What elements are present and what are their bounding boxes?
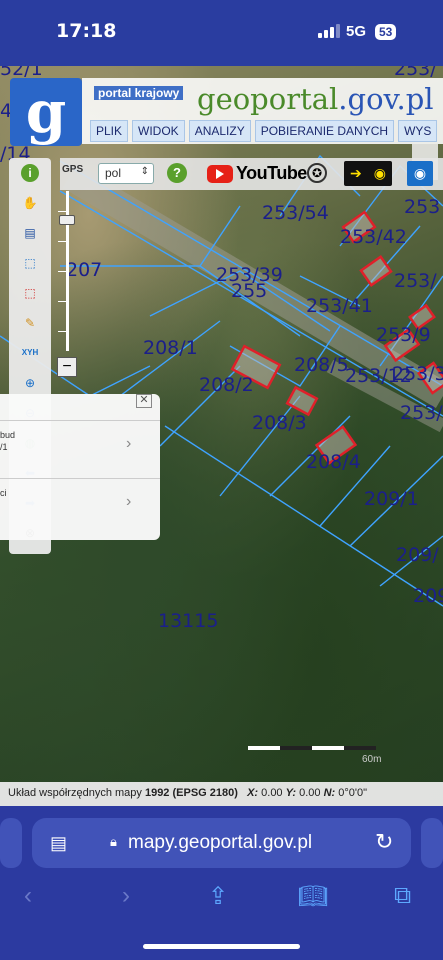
parcel-label: 209/1 [364, 488, 419, 510]
share-icon[interactable]: ⇪ [208, 882, 228, 911]
parcel-label: 208/4 [306, 451, 361, 473]
parcel-label: 253/42 [340, 226, 407, 248]
menu-wyszukiwanie[interactable]: WYS [398, 120, 438, 142]
accessibility-eye-button[interactable]: ➔ ◉ [344, 161, 392, 186]
menu-plik[interactable]: PLIK [90, 120, 129, 142]
cellular-signal-icon [318, 24, 340, 38]
parcel-label: 208/1 [143, 337, 198, 359]
coord-system-prefix: Układ współrzędnych mapy [8, 787, 142, 799]
url-text: mapy.geoportal.gov.pl [128, 832, 313, 853]
address-bar[interactable]: ▤ 🔒︎ mapy.geoportal.gov.pl ↻ [32, 818, 411, 868]
parcel-label: 253/9 [376, 324, 431, 346]
geoportal-logo[interactable]: g [10, 78, 82, 146]
parcel-label: 208/5 [294, 354, 349, 376]
back-icon[interactable]: ‹ [24, 882, 32, 910]
y-label: Y: [285, 787, 297, 799]
tabs-icon[interactable]: ⧉ [394, 882, 411, 910]
zoom-slider[interactable]: − [56, 191, 78, 381]
parcel-label: 253/ [394, 270, 437, 292]
help-icon[interactable]: ? [167, 163, 187, 183]
scale-label: 60m [362, 754, 382, 765]
scale-bar [248, 746, 376, 752]
zoom-in-icon[interactable]: ⊕ [21, 374, 39, 392]
menu-analizy[interactable]: ANALIZY [188, 120, 251, 142]
chevron-right-icon: › [126, 493, 132, 510]
deselect-area-icon[interactable]: ⬚ [21, 284, 39, 302]
browser-toolbar: ▤ 🔒︎ mapy.geoportal.gov.pl ↻ ‹ › ⇪ 📖︎ ⧉ [0, 806, 443, 960]
reload-icon[interactable]: ↻ [375, 829, 393, 855]
parcel-label: 253/54 [262, 202, 329, 224]
parcel-label: 253/1 [400, 402, 443, 424]
previous-tab[interactable] [0, 818, 22, 868]
lock-icon: 🔒︎ [110, 834, 117, 849]
xyh-coordinates-icon[interactable]: XYH [21, 344, 39, 362]
menu-widok[interactable]: WIDOK [132, 120, 185, 142]
layers-list-icon[interactable]: ▤ [21, 224, 39, 242]
parcel-label: 209/ [396, 544, 439, 566]
youtube-button[interactable]: YouTube [207, 163, 307, 184]
network-type: 5G [346, 23, 367, 40]
main-menu: PLIK WIDOK ANALIZY POBIERANIE DANYCH WYS [90, 120, 438, 142]
geoportal-header: portal krajowy geoportal.gov.pl PLIK WID… [82, 78, 443, 144]
x-value: 0.00 [261, 787, 283, 799]
popup-row-text: ci [0, 488, 7, 498]
arrow-right-icon: ➔ [350, 165, 362, 181]
gps-icon[interactable]: GPS [62, 164, 83, 175]
parcel-label: 208/2 [199, 374, 254, 396]
status-time: 17:18 [56, 20, 117, 42]
status-bar: 17:18 5G 53 [0, 0, 443, 66]
bookmarks-icon[interactable]: 📖︎ [298, 882, 328, 911]
search-results-popup: ✕ bud /1 › ci › [0, 394, 160, 540]
menu-pobieranie-danych[interactable]: POBIERANIE DANYCH [254, 120, 395, 142]
parcel-label: 253/41 [306, 295, 373, 317]
parcel-label: 255 [231, 280, 268, 302]
home-indicator[interactable] [143, 944, 300, 949]
chevron-right-icon: › [126, 435, 132, 452]
popup-row-text: bud /1 [0, 430, 16, 452]
pan-hand-icon[interactable]: ✋ [21, 194, 39, 212]
eye-icon: ◉ [373, 165, 386, 181]
chevron-updown-icon: ⇕ [140, 166, 149, 177]
parcel-label: 13115 [158, 610, 219, 632]
view-eye-button[interactable]: ◉ [407, 161, 433, 186]
zoom-out-button[interactable]: − [57, 357, 77, 377]
popup-row[interactable]: bud /1 › [0, 420, 160, 474]
pencil-icon[interactable]: ✎ [21, 314, 39, 332]
next-tab[interactable] [421, 818, 443, 868]
forward-icon[interactable]: › [122, 882, 130, 910]
geoportal-subtitle: portal krajowy [94, 86, 184, 100]
reader-icon[interactable]: ▤ [50, 833, 67, 854]
geoportal-title-prefix: geoportal [197, 82, 339, 116]
coord-system: 1992 (EPSG 2180) [144, 787, 238, 799]
info-icon[interactable]: i [21, 164, 39, 182]
popup-row[interactable]: ci › [0, 478, 160, 532]
coordinate-bar: Układ współrzędnych mapy 1992 (EPSG 2180… [0, 782, 443, 806]
youtube-label: YouTube [236, 163, 307, 183]
parcel-label: 208/3 [252, 412, 307, 434]
secondary-toolbar: GPS pol ⇕ ? YouTube ✪ ➔ ◉ ◉ [60, 158, 443, 190]
y-value: 0.00 [299, 787, 321, 799]
parcel-label: 209 [413, 585, 443, 607]
language-value: pol [105, 166, 122, 180]
n-value: 0°0'0" [338, 787, 368, 799]
language-select[interactable]: pol ⇕ [98, 163, 154, 184]
browser-nav-row: ‹ › ⇪ 📖︎ ⧉ [0, 878, 443, 918]
emblem-icon[interactable]: ✪ [307, 163, 327, 183]
x-label: X: [247, 787, 259, 799]
battery-level: 53 [375, 24, 397, 40]
youtube-play-icon [207, 164, 233, 183]
geoportal-title-suffix: .gov.pl [338, 82, 434, 116]
zoom-slider-handle[interactable] [59, 215, 75, 225]
select-area-icon[interactable]: ⬚ [21, 254, 39, 272]
map-canvas[interactable]: 253/54 253/42 207 253/39 255 253/41 208/… [0, 66, 443, 806]
parcel-label: 253/3 [392, 363, 443, 385]
parcel-label: 253 [404, 196, 441, 218]
geoportal-title: geoportal.gov.pl [197, 82, 434, 116]
close-icon[interactable]: ✕ [136, 394, 152, 408]
n-label: N: [323, 787, 336, 799]
